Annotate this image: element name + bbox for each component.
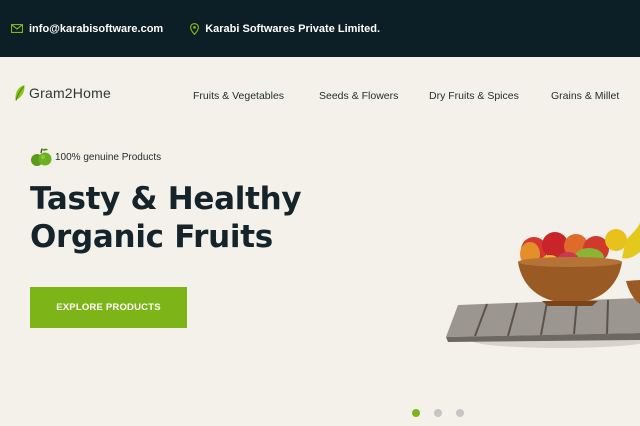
tagline-text: 100% genuine Products bbox=[55, 151, 162, 163]
nav-item-grains-millet[interactable]: Grains & Millet bbox=[551, 90, 619, 102]
leaf-logo-icon bbox=[15, 85, 25, 101]
main-nav: Fruits & Vegetables Seeds & Flowers Dry … bbox=[193, 90, 619, 102]
nav-item-dry-fruits-spices[interactable]: Dry Fruits & Spices bbox=[429, 90, 551, 102]
contact-email[interactable]: info@karabisoftware.com bbox=[11, 23, 163, 35]
green-fruit-icon bbox=[31, 148, 52, 166]
map-pin-icon bbox=[190, 22, 200, 35]
explore-products-button[interactable]: EXPLORE PRODUCTS bbox=[30, 287, 187, 328]
top-bar: info@karabisoftware.com Karabi Softwares… bbox=[0, 0, 640, 57]
carousel-dot-1[interactable] bbox=[412, 409, 420, 417]
envelope-icon bbox=[11, 24, 23, 33]
contact-email-text: info@karabisoftware.com bbox=[29, 22, 164, 35]
nav-item-fruits-vegetables[interactable]: Fruits & Vegetables bbox=[193, 90, 319, 102]
company-name: Karabi Softwares Private Limited. bbox=[205, 22, 381, 35]
hero-title-line-1: Tasty & Healthy bbox=[30, 181, 302, 217]
hero-title: Tasty & Healthy Organic Fruits bbox=[30, 180, 302, 256]
company-location: Karabi Softwares Private Limited. bbox=[190, 22, 381, 35]
carousel-indicators bbox=[412, 409, 478, 417]
brand-name: Gram2Home bbox=[29, 85, 111, 101]
brand-logo[interactable]: Gram2Home bbox=[14, 84, 111, 102]
site-header: Gram2Home Fruits & Vegetables Seeds & Fl… bbox=[0, 57, 640, 135]
hero-fruit-image bbox=[430, 200, 640, 355]
carousel-dot-2[interactable] bbox=[434, 409, 442, 417]
hero-tagline: 100% genuine Products bbox=[30, 147, 161, 167]
carousel-dot-3[interactable] bbox=[456, 409, 464, 417]
nav-item-seeds-flowers[interactable]: Seeds & Flowers bbox=[319, 90, 429, 102]
fruit-bowl-icon bbox=[446, 222, 640, 348]
hero-title-line-2: Organic Fruits bbox=[30, 219, 273, 255]
